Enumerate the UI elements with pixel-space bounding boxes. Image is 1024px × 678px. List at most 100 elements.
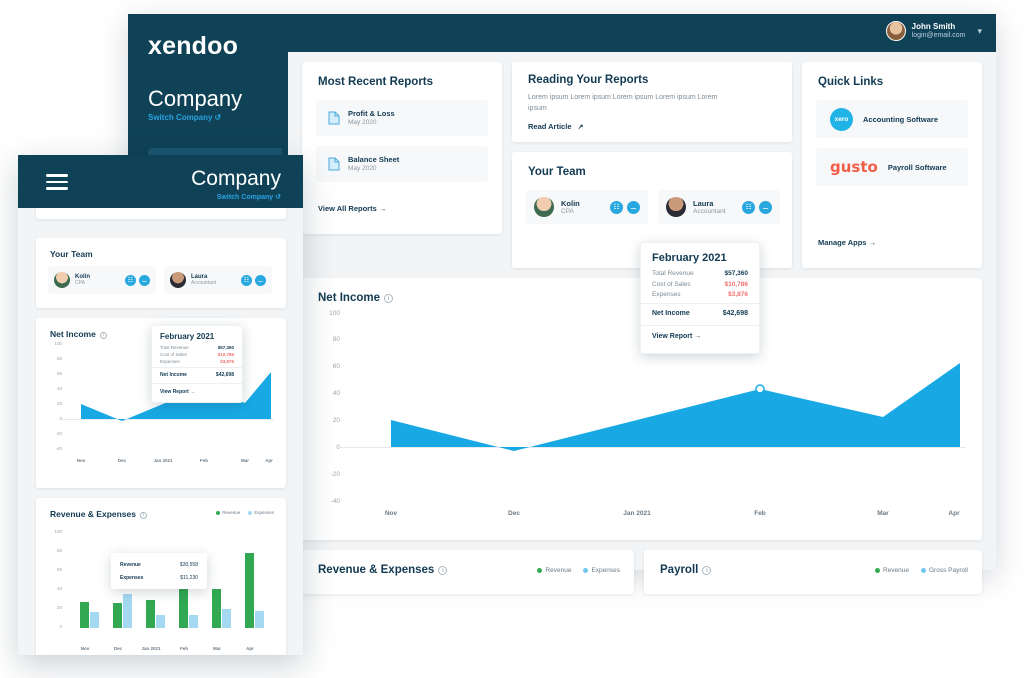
bar-revenue: [179, 589, 188, 628]
mobile-switch-company-link[interactable]: Switch Company ↺: [217, 193, 281, 201]
legend-item-revenue: Revenue: [537, 567, 571, 574]
view-all-reports-link[interactable]: View All Reports →: [318, 204, 386, 213]
info-icon[interactable]: i: [702, 566, 712, 575]
report-name: Balance Sheet: [348, 155, 400, 165]
tooltip-row-key: Total Revenue: [652, 270, 694, 277]
x-tick-label: Mar: [240, 458, 250, 463]
report-date: May 2020: [348, 164, 377, 172]
mobile-header: Company Switch Company ↺: [18, 155, 303, 208]
chart-title: Net Income i: [318, 292, 393, 304]
info-icon[interactable]: i: [384, 294, 393, 303]
x-tick-label: Apr: [265, 458, 273, 463]
report-item-profit-loss[interactable]: Profit & Loss May 2020: [316, 100, 488, 136]
read-article-label: Read Article: [528, 122, 572, 131]
card-quick-links: Quick Links xero Accounting Software gus…: [802, 62, 982, 268]
tooltip-title: February 2021: [160, 332, 215, 341]
mobile-team-member-laura[interactable]: Laura Accountant ☷ ⚊: [164, 266, 272, 294]
y-tick-label: -20: [55, 431, 62, 436]
tooltip-row-expenses: Expenses $3,876: [641, 291, 759, 298]
quick-link-payroll-software[interactable]: gusto Payroll Software: [816, 148, 968, 186]
y-tick-label: 60: [332, 363, 340, 370]
mobile-card-revenue-expenses: Revenue & Expenses i Revenue Expenses 100…: [36, 498, 286, 655]
message-icon[interactable]: ☷: [125, 274, 136, 286]
team-member-laura[interactable]: Laura Accountant ☷ ⚊: [658, 190, 780, 224]
x-tick-label: Feb: [754, 510, 766, 517]
y-tick-label: 0: [59, 624, 62, 629]
manage-apps-link[interactable]: Manage Apps →: [818, 238, 876, 247]
message-icon[interactable]: ☷: [610, 200, 623, 214]
legend-color-swatch: [583, 568, 589, 573]
y-tick-label: 100: [329, 310, 340, 317]
document-icon: [328, 111, 340, 125]
legend: Revenue Expenses: [216, 510, 274, 515]
avatar: [666, 197, 686, 217]
tooltip-row-key: Cost of Sales: [652, 280, 691, 288]
x-tick-label: Feb: [199, 458, 209, 463]
avatar: [534, 197, 554, 217]
mobile-company-name: Company: [191, 167, 281, 190]
info-icon[interactable]: i: [99, 332, 107, 339]
switch-company-link[interactable]: Switch Company ↺: [148, 113, 221, 122]
tooltip-row-revenue: Revenue $30,558: [111, 553, 207, 568]
read-article-link[interactable]: Read Article ↗: [528, 122, 583, 131]
card-title: Most Recent Reports: [318, 76, 434, 88]
x-tick-label: Jan 2021: [141, 646, 161, 651]
view-report-link[interactable]: View Report →: [641, 325, 759, 340]
user-email: login@email.com: [911, 31, 966, 39]
tooltip-total-key: Net Income: [160, 372, 187, 378]
quick-link-accounting-software[interactable]: xero Accounting Software: [816, 100, 968, 138]
legend: Revenue Expenses: [537, 567, 620, 574]
card-payroll: Payroll i Revenue Gross Payroll: [644, 550, 982, 594]
legend-item-revenue: Revenue: [216, 510, 240, 515]
card-title: Quick Links: [818, 76, 884, 88]
tooltip-row-value: $57,360: [724, 270, 749, 277]
tooltip-row-value: $3,876: [220, 359, 234, 364]
phone-icon[interactable]: ⚊: [759, 200, 772, 214]
user-meta: John Smith login@email.com: [912, 22, 966, 39]
bar-revenue: [212, 589, 221, 628]
tooltip-title: February 2021: [652, 252, 727, 264]
gusto-logo-icon: gusto: [830, 158, 878, 176]
tooltip-row-key: Cost of Sales: [160, 352, 187, 357]
tooltip-row-expenses: Expenses $3,876: [152, 359, 242, 364]
refresh-icon: ↺: [275, 194, 281, 201]
view-all-reports-label: View All Reports: [318, 204, 377, 213]
legend-color-swatch: [537, 568, 543, 573]
mobile-team-member-kolin[interactable]: Kolin CPA ☷ ⚊: [48, 266, 156, 294]
tooltip-row-value: $30,558: [179, 562, 198, 568]
view-report-link[interactable]: View Report →: [152, 383, 242, 395]
tooltip-row-value: $10,786: [724, 280, 749, 288]
tooltip-row-key: Total Revenue: [160, 345, 189, 350]
bar-expenses: [156, 615, 165, 628]
hamburger-icon[interactable]: [46, 174, 68, 194]
x-tick-label: Apr: [246, 646, 254, 651]
bar-revenue: [113, 603, 122, 628]
phone-icon[interactable]: ⚊: [627, 200, 640, 214]
avatar: [885, 21, 906, 41]
user-menu[interactable]: John Smith login@email.com ▾: [885, 21, 982, 41]
y-tick-label: 20: [56, 401, 62, 406]
message-icon[interactable]: ☷: [742, 200, 755, 214]
report-item-balance-sheet[interactable]: Balance Sheet May 2020: [316, 146, 488, 182]
xero-logo-icon: xero: [830, 107, 853, 131]
phone-icon[interactable]: ⚊: [139, 274, 150, 286]
team-member-role: Accountant: [191, 280, 217, 286]
phone-icon[interactable]: ⚊: [255, 274, 266, 286]
y-tick-label: 100: [54, 341, 62, 346]
legend-color-swatch: [874, 568, 880, 573]
brand-logo: xendoo: [148, 32, 239, 60]
legend-label: Gross Payroll: [928, 567, 968, 574]
tooltip-row-key: Expenses: [652, 291, 681, 298]
bar-expenses: [255, 611, 264, 628]
team-member-kolin[interactable]: Kolin CPA ☷ ⚊: [526, 190, 648, 224]
info-icon[interactable]: i: [139, 512, 147, 519]
card-revenue-expenses: Revenue & Expenses i Revenue Expenses: [302, 550, 634, 594]
mobile-card-your-team: Your Team Kolin CPA ☷ ⚊ Laura Accountant: [36, 238, 286, 308]
document-icon: [328, 157, 340, 171]
screenshot-root: xendoo Company Switch Company↺ Overview …: [0, 0, 1024, 678]
chart-title-label: Revenue & Expenses: [50, 509, 136, 519]
message-icon[interactable]: ☷: [241, 274, 252, 286]
team-member-role: CPA: [75, 280, 85, 286]
tooltip-row-value: $10,786: [217, 352, 234, 357]
info-icon[interactable]: i: [438, 566, 448, 575]
